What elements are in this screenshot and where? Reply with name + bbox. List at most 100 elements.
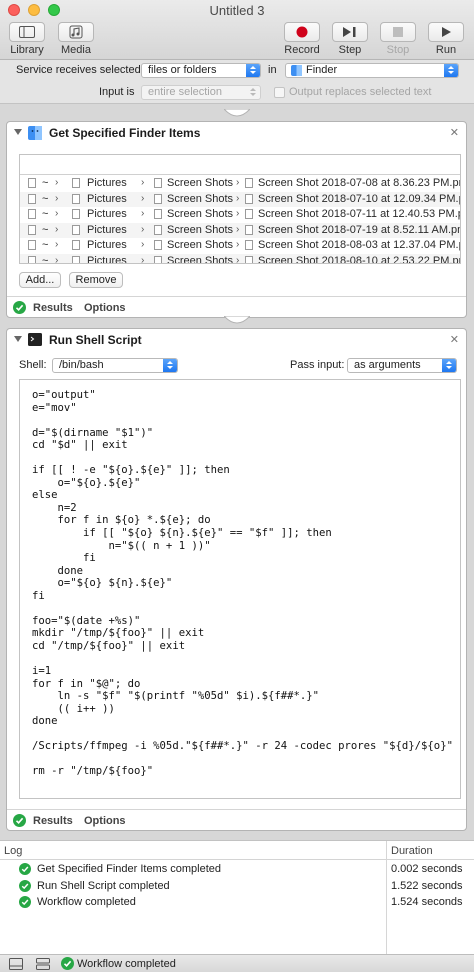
- home-path-component: ~: [42, 223, 49, 236]
- disclosure-triangle-icon[interactable]: [14, 336, 22, 342]
- file-icon: [28, 193, 36, 204]
- service-application-value: Finder: [306, 64, 338, 76]
- home-path-component: ~: [42, 239, 49, 251]
- action-header: Run Shell Script ✕: [7, 329, 466, 351]
- workflow-log: Log Duration Get Specified Finder Items …: [0, 840, 474, 955]
- path-separator-icon: ›: [55, 177, 59, 188]
- library-button[interactable]: Library: [7, 22, 47, 56]
- pass-input-label: Pass input:: [290, 359, 345, 371]
- file-icon: [28, 209, 36, 219]
- folder-icon: [154, 193, 162, 204]
- pass-input-value: as arguments: [354, 359, 421, 371]
- path-separator-icon: ›: [236, 192, 240, 204]
- window-toolbar: Untitled 3 Library Media Record Step Sto…: [0, 0, 474, 60]
- path-separator-icon: ›: [141, 254, 145, 264]
- record-button[interactable]: Record: [282, 22, 322, 56]
- folder-icon: [72, 255, 80, 263]
- table-row[interactable]: ~ › Pictures › Screen Shots › Screen Shot 2018…: [20, 253, 461, 264]
- checkmark-circle-icon: [19, 863, 31, 875]
- pass-input-popup[interactable]: as arguments: [347, 358, 457, 373]
- checkmark-circle-icon: [13, 301, 26, 314]
- library-label: Library: [10, 44, 44, 56]
- path-separator-icon: ›: [55, 254, 59, 264]
- action-header: Get Specified Finder Items ✕: [7, 122, 466, 144]
- run-shell-script-action[interactable]: Run Shell Script ✕ Shell: /bin/bash Pass…: [6, 328, 467, 831]
- step-icon: [343, 27, 356, 37]
- folder-icon: [154, 178, 162, 188]
- table-row[interactable]: ~ › Pictures › Screen Shots › Screen Shot 2018…: [20, 176, 460, 192]
- log-duration: 1.522 seconds: [391, 879, 463, 892]
- service-in-label: in: [268, 64, 277, 76]
- step-button[interactable]: Step: [330, 22, 370, 56]
- home-path-component: ~: [42, 177, 49, 189]
- shell-label: Shell:: [19, 359, 47, 371]
- duration-column-header[interactable]: Duration: [391, 845, 433, 857]
- checkmark-circle-icon: [61, 957, 74, 970]
- get-finder-items-action[interactable]: Get Specified Finder Items ✕ ~ › Pictures ›…: [6, 121, 467, 318]
- status-bar: Workflow completed: [0, 954, 474, 972]
- table-row[interactable]: ~ › Pictures › Screen Shots › Screen Shot 2018…: [20, 191, 460, 207]
- stop-button[interactable]: Stop: [378, 22, 418, 56]
- service-input-type-popup[interactable]: files or folders: [141, 63, 261, 78]
- log-message: Workflow completed: [37, 896, 136, 908]
- log-row[interactable]: Workflow completed 1.524 seconds: [0, 894, 474, 910]
- file-icon: [245, 178, 253, 188]
- folder-icon: [72, 193, 80, 204]
- path-separator-icon: ›: [141, 177, 145, 188]
- results-tab[interactable]: Results: [33, 815, 73, 827]
- service-settings-bar: Service receives selected files or folde…: [0, 60, 474, 104]
- log-row[interactable]: Run Shell Script completed 1.522 seconds: [0, 878, 474, 894]
- file-icon: [245, 209, 253, 219]
- shell-value: /bin/bash: [59, 359, 104, 371]
- output-replaces-checkbox[interactable]: [274, 87, 285, 98]
- path-separator-icon: ›: [141, 239, 145, 250]
- file-icon: [28, 240, 36, 250]
- log-view-icon[interactable]: [36, 958, 50, 970]
- file-name: Screen Shot 2018-07-08 at 8.36.23 PM.png: [258, 177, 461, 189]
- finder-items-table[interactable]: ~ › Pictures › Screen Shots › Screen Shot 2018…: [19, 154, 461, 264]
- shell-script-editor[interactable]: o="output" e="mov" d="$(dirname "$1")" c…: [19, 379, 461, 799]
- options-tab[interactable]: Options: [84, 302, 126, 314]
- workflow-view-icon[interactable]: [9, 958, 23, 970]
- table-row[interactable]: ~ › Pictures › Screen Shots › Screen Shot 2018…: [20, 207, 460, 223]
- add-button[interactable]: Add...: [19, 272, 61, 288]
- remove-button[interactable]: Remove: [69, 272, 123, 288]
- step-label: Step: [338, 44, 362, 56]
- record-icon: [296, 26, 308, 38]
- file-name: Screen Shot 2018-08-10 at 2.53.22 PM.png: [258, 254, 461, 264]
- input-is-popup[interactable]: entire selection: [141, 85, 261, 100]
- play-icon: [442, 27, 451, 37]
- folder-icon: [72, 209, 80, 219]
- service-application-popup[interactable]: Finder: [285, 63, 459, 78]
- log-message: Get Specified Finder Items completed: [37, 863, 222, 875]
- close-icon[interactable]: ✕: [450, 126, 459, 139]
- workflow-area: Get Specified Finder Items ✕ ~ › Pictures ›…: [0, 104, 474, 840]
- stop-label: Stop: [386, 44, 410, 56]
- run-button[interactable]: Run: [426, 22, 466, 56]
- folder-path-component: Screen Shots: [167, 223, 234, 236]
- table-row[interactable]: ~ › Pictures › Screen Shots › Screen Shot 2018…: [20, 222, 461, 238]
- table-header: [20, 155, 460, 175]
- close-icon[interactable]: ✕: [450, 333, 459, 346]
- path-separator-icon: ›: [141, 208, 145, 219]
- file-name: Screen Shot 2018-07-19 at 8.52.11 AM.png: [258, 223, 461, 236]
- shell-popup[interactable]: /bin/bash: [52, 358, 178, 373]
- file-icon: [245, 224, 253, 235]
- media-button[interactable]: Media: [56, 22, 96, 56]
- service-receives-label: Service receives selected: [16, 64, 141, 76]
- disclosure-triangle-icon[interactable]: [14, 129, 22, 135]
- log-column-header[interactable]: Log: [4, 845, 22, 857]
- table-row[interactable]: ~ › Pictures › Screen Shots › Screen Shot 2018…: [20, 238, 460, 254]
- popup-arrows-icon: [444, 64, 458, 77]
- popup-arrows-icon: [246, 86, 260, 99]
- file-icon: [28, 255, 36, 263]
- log-duration: 0.002 seconds: [391, 863, 463, 875]
- music-note-icon: [69, 25, 83, 39]
- results-tab[interactable]: Results: [33, 302, 73, 314]
- home-path-component: ~: [42, 254, 49, 264]
- log-row[interactable]: Get Specified Finder Items completed 0.00…: [0, 861, 474, 877]
- input-is-label: Input is: [99, 86, 135, 98]
- options-tab[interactable]: Options: [84, 815, 126, 827]
- folder-icon: [154, 224, 162, 235]
- file-icon: [28, 178, 36, 188]
